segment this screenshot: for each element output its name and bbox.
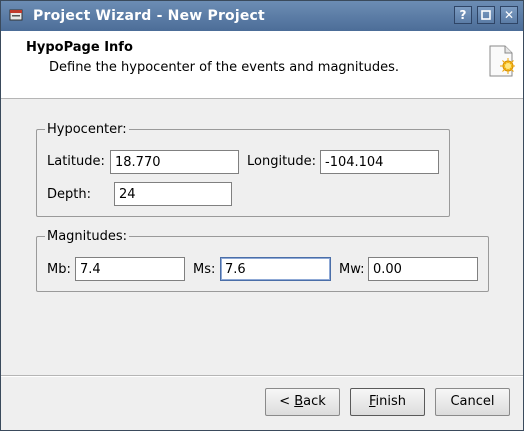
- depth-label: Depth:: [47, 187, 91, 202]
- depth-field[interactable]: [114, 182, 232, 206]
- title-bar[interactable]: Project Wizard - New Project ? ✕: [1, 1, 523, 31]
- window-title: Project Wizard - New Project: [33, 8, 265, 24]
- finish-button-rest: inish: [375, 394, 407, 409]
- ms-field[interactable]: [220, 257, 331, 281]
- app-icon: [9, 9, 23, 21]
- cancel-button[interactable]: Cancel: [435, 388, 510, 416]
- finish-button[interactable]: Finish: [350, 388, 425, 416]
- latitude-label: Latitude:: [47, 154, 105, 169]
- page-subtitle: Define the hypocenter of the events and …: [49, 60, 400, 75]
- mb-label: Mb:: [47, 262, 71, 277]
- mw-field[interactable]: [368, 257, 478, 281]
- new-document-icon: [489, 45, 515, 77]
- wizard-header: HypoPage Info Define the hypocenter of t…: [1, 31, 523, 99]
- help-icon[interactable]: ?: [454, 6, 472, 24]
- magnitudes-legend: Magnitudes:: [45, 229, 130, 244]
- back-button-rest: ack: [303, 394, 326, 409]
- back-button-prefix: <: [279, 394, 295, 409]
- back-button[interactable]: < Back: [265, 388, 340, 416]
- hypocenter-legend: Hypocenter:: [45, 122, 129, 137]
- button-separator: [1, 375, 523, 377]
- page-title: HypoPage Info: [26, 40, 133, 55]
- close-icon[interactable]: ✕: [500, 6, 518, 24]
- mb-field[interactable]: [75, 257, 185, 281]
- ms-label: Ms:: [193, 262, 216, 277]
- longitude-label: Longitude:: [247, 154, 317, 169]
- latitude-field[interactable]: [110, 150, 239, 174]
- project-wizard-window: Project Wizard - New Project ? ✕ HypoPag…: [0, 0, 524, 431]
- longitude-field[interactable]: [320, 150, 439, 174]
- mw-label: Mw:: [339, 262, 365, 277]
- maximize-icon[interactable]: [477, 6, 495, 24]
- back-button-mnemonic: B: [294, 394, 304, 409]
